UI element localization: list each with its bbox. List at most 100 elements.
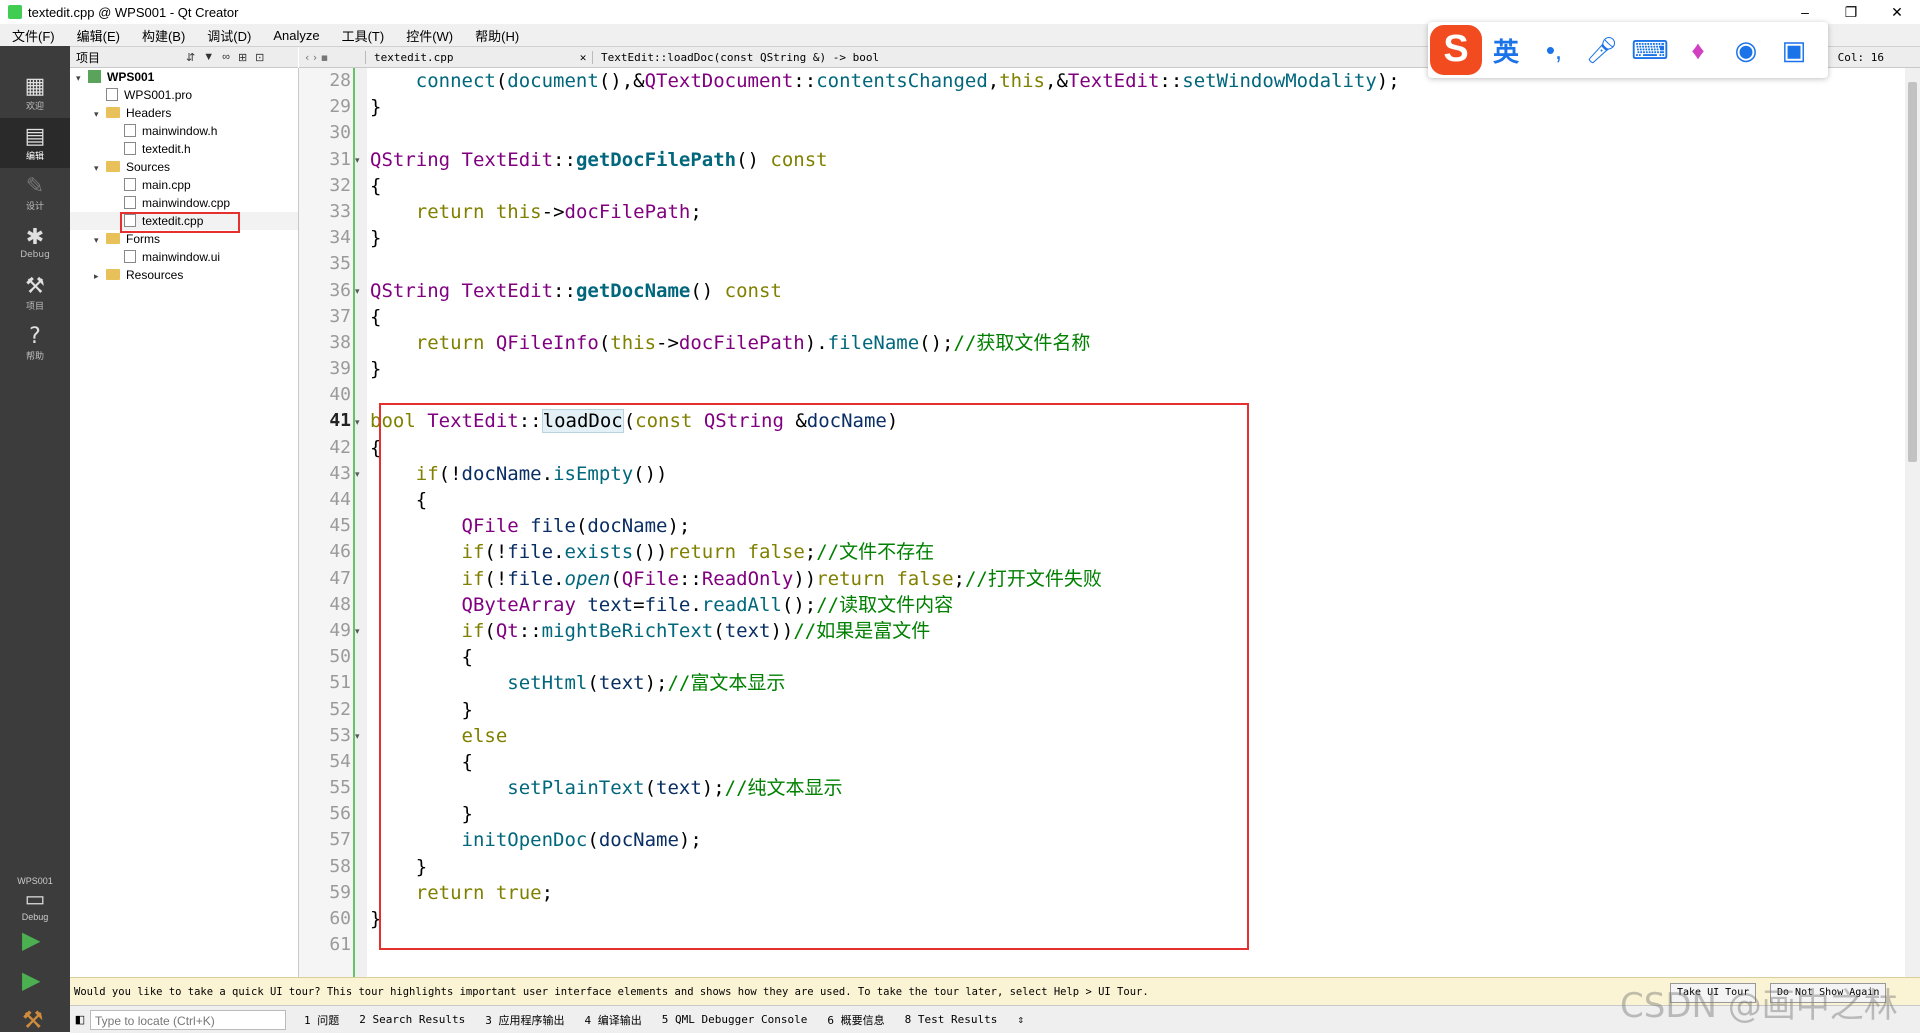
code-line[interactable]: return this->docFilePath; bbox=[370, 199, 1905, 225]
minimize-button[interactable]: – bbox=[1782, 0, 1828, 24]
menu-debug[interactable]: 调试(D) bbox=[195, 26, 261, 45]
tree-item[interactable]: WPS001.pro bbox=[70, 86, 298, 104]
expand-arrow-icon[interactable]: ▾ bbox=[94, 105, 106, 123]
project-tree: ▾ WPS001 WPS001.pro ▾ Headers mainwindow.h tex… bbox=[70, 68, 299, 977]
fold-toggle-icon[interactable]: ▾ bbox=[355, 286, 360, 297]
punct-icon[interactable]: •, bbox=[1530, 35, 1578, 66]
menu-file[interactable]: 文件(F) bbox=[0, 26, 65, 45]
fold-toggle-icon[interactable]: ▾ bbox=[355, 155, 360, 166]
pane-issues[interactable]: 1 问题 bbox=[294, 1012, 349, 1028]
code-line[interactable]: } bbox=[370, 94, 1905, 120]
updown-icon[interactable]: ⇵ bbox=[186, 51, 195, 64]
open-file-selector[interactable]: textedit.cpp bbox=[365, 50, 574, 64]
code-token: :: bbox=[1159, 70, 1183, 92]
tree-item[interactable]: ▸ Resources bbox=[70, 266, 298, 284]
kit-selector[interactable]: WPS001 ▭ Debug bbox=[0, 876, 70, 922]
code-line[interactable]: { bbox=[370, 173, 1905, 199]
expand-arrow-icon[interactable]: ▾ bbox=[76, 69, 88, 87]
fold-toggle-icon[interactable]: ▾ bbox=[355, 626, 360, 637]
locator-input[interactable]: Type to locate (Ctrl+K) bbox=[90, 1009, 286, 1030]
nav-arrows-icon[interactable]: ‹ › ▪ bbox=[299, 51, 365, 64]
symbol-selector[interactable]: TextEdit::loadDoc(const QString &) -> bo… bbox=[592, 50, 879, 64]
game-icon[interactable]: ◉ bbox=[1722, 35, 1770, 66]
scrollbar-thumb[interactable] bbox=[1908, 82, 1917, 462]
code-token: this bbox=[495, 200, 542, 223]
line-number: 42 bbox=[329, 436, 351, 458]
file-icon bbox=[124, 124, 136, 137]
expand-arrow-icon[interactable]: ▸ bbox=[94, 267, 106, 285]
menu-edit[interactable]: 编辑(E) bbox=[65, 26, 130, 45]
link-icon[interactable]: ∞ bbox=[222, 51, 230, 64]
tree-item[interactable]: mainwindow.ui bbox=[70, 248, 298, 266]
tree-item[interactable]: mainwindow.h bbox=[70, 122, 298, 140]
line-number: 34 bbox=[329, 227, 351, 249]
split-icon[interactable]: ⊞ bbox=[238, 51, 247, 64]
line-number: 51 bbox=[329, 672, 351, 694]
mic-icon[interactable]: 🎤︎ bbox=[1578, 35, 1626, 66]
code-line[interactable]: } bbox=[370, 225, 1905, 251]
build-hammer-icon[interactable]: ⚒ bbox=[22, 1006, 48, 1034]
tree-item[interactable]: main.cpp bbox=[70, 176, 298, 194]
filter-icon[interactable]: ▼ bbox=[203, 51, 214, 64]
code-line[interactable]: QString TextEdit::getDocFilePath() const bbox=[370, 147, 1905, 173]
fold-toggle-icon[interactable]: ▾ bbox=[355, 469, 360, 480]
ime-language[interactable]: 英 bbox=[1482, 32, 1530, 69]
code-line[interactable] bbox=[370, 251, 1905, 277]
tree-item[interactable]: ▾ Sources bbox=[70, 158, 298, 176]
mode-projects[interactable]: ⚒ 项目 bbox=[0, 268, 70, 318]
mode-help[interactable]: ? 帮助 bbox=[0, 318, 70, 368]
keyboard-icon[interactable]: ⌨ bbox=[1626, 35, 1674, 66]
code-line[interactable]: QString TextEdit::getDocName() const bbox=[370, 278, 1905, 304]
code-line[interactable]: return QFileInfo(this->docFilePath).file… bbox=[370, 330, 1905, 356]
expand-arrow-icon[interactable]: ▾ bbox=[94, 231, 106, 249]
pane-application-output[interactable]: 3 应用程序输出 bbox=[475, 1012, 574, 1028]
maximize-button[interactable]: ❐ bbox=[1828, 0, 1874, 24]
menu-build[interactable]: 构建(B) bbox=[130, 26, 195, 45]
tree-item[interactable]: ▾ Headers bbox=[70, 104, 298, 122]
toggle-sidebar-icon[interactable]: ◧ bbox=[70, 1013, 90, 1026]
code-token: QString bbox=[370, 148, 451, 171]
code-line[interactable] bbox=[370, 120, 1905, 146]
line-number-gutter: 28 29 30 31 32 33 34 35 36 37 38 39 40 41 42 43 44 45 46 47… bbox=[299, 68, 353, 977]
help-icon: ? bbox=[29, 323, 41, 349]
mode-edit[interactable]: ▤ 编辑 bbox=[0, 118, 70, 168]
mode-welcome[interactable]: ▦ 欢迎 bbox=[0, 68, 70, 118]
pane-general-messages[interactable]: 6 概要信息 bbox=[817, 1012, 894, 1028]
tree-item[interactable]: ▾ WPS001 bbox=[70, 68, 298, 86]
pane-qml-debugger[interactable]: 5 QML Debugger Console bbox=[652, 1013, 818, 1026]
code-token: } bbox=[370, 358, 382, 381]
mode-design[interactable]: ✎ 设计 bbox=[0, 168, 70, 218]
menu-analyze[interactable]: Analyze bbox=[261, 28, 329, 43]
tree-item[interactable]: mainwindow.cpp bbox=[70, 194, 298, 212]
menu-help[interactable]: 帮助(H) bbox=[463, 26, 529, 45]
menu-tools[interactable]: 工具(T) bbox=[330, 26, 395, 45]
code-token: this bbox=[610, 331, 657, 354]
code-line[interactable]: } bbox=[370, 356, 1905, 382]
close-pane-icon[interactable]: ⊡ bbox=[255, 51, 264, 64]
editor-scrollbar[interactable] bbox=[1905, 68, 1920, 977]
more-panes-icon[interactable]: ⇕ bbox=[1007, 1013, 1034, 1026]
fold-toggle-icon[interactable]: ▾ bbox=[355, 731, 360, 742]
debug-run-icon[interactable]: ▶ bbox=[22, 966, 48, 994]
pane-test-results[interactable]: 8 Test Results bbox=[895, 1013, 1008, 1026]
fold-toggle-icon[interactable]: ▾ bbox=[355, 417, 360, 428]
ime-logo[interactable]: S bbox=[1430, 25, 1482, 75]
project-icon bbox=[88, 70, 101, 83]
line-number: 56 bbox=[329, 803, 351, 825]
close-button[interactable]: ✕ bbox=[1874, 0, 1920, 24]
skin-icon[interactable]: ♦ bbox=[1674, 35, 1722, 66]
line-number: 45 bbox=[329, 515, 351, 537]
close-file-icon[interactable]: ✕ bbox=[574, 51, 592, 64]
apps-icon[interactable]: ▣ bbox=[1770, 35, 1818, 66]
tree-item[interactable]: textedit.h bbox=[70, 140, 298, 158]
pane-compile-output[interactable]: 4 编译输出 bbox=[574, 1012, 651, 1028]
code-line[interactable]: { bbox=[370, 304, 1905, 330]
mode-debug[interactable]: ✱ Debug bbox=[0, 218, 70, 268]
menu-widgets[interactable]: 控件(W) bbox=[394, 26, 463, 45]
pane-search-results[interactable]: 2 Search Results bbox=[349, 1013, 475, 1026]
run-icon[interactable]: ▶ bbox=[22, 926, 48, 954]
expand-arrow-icon[interactable]: ▾ bbox=[94, 159, 106, 177]
line-number: 53 bbox=[329, 724, 351, 746]
